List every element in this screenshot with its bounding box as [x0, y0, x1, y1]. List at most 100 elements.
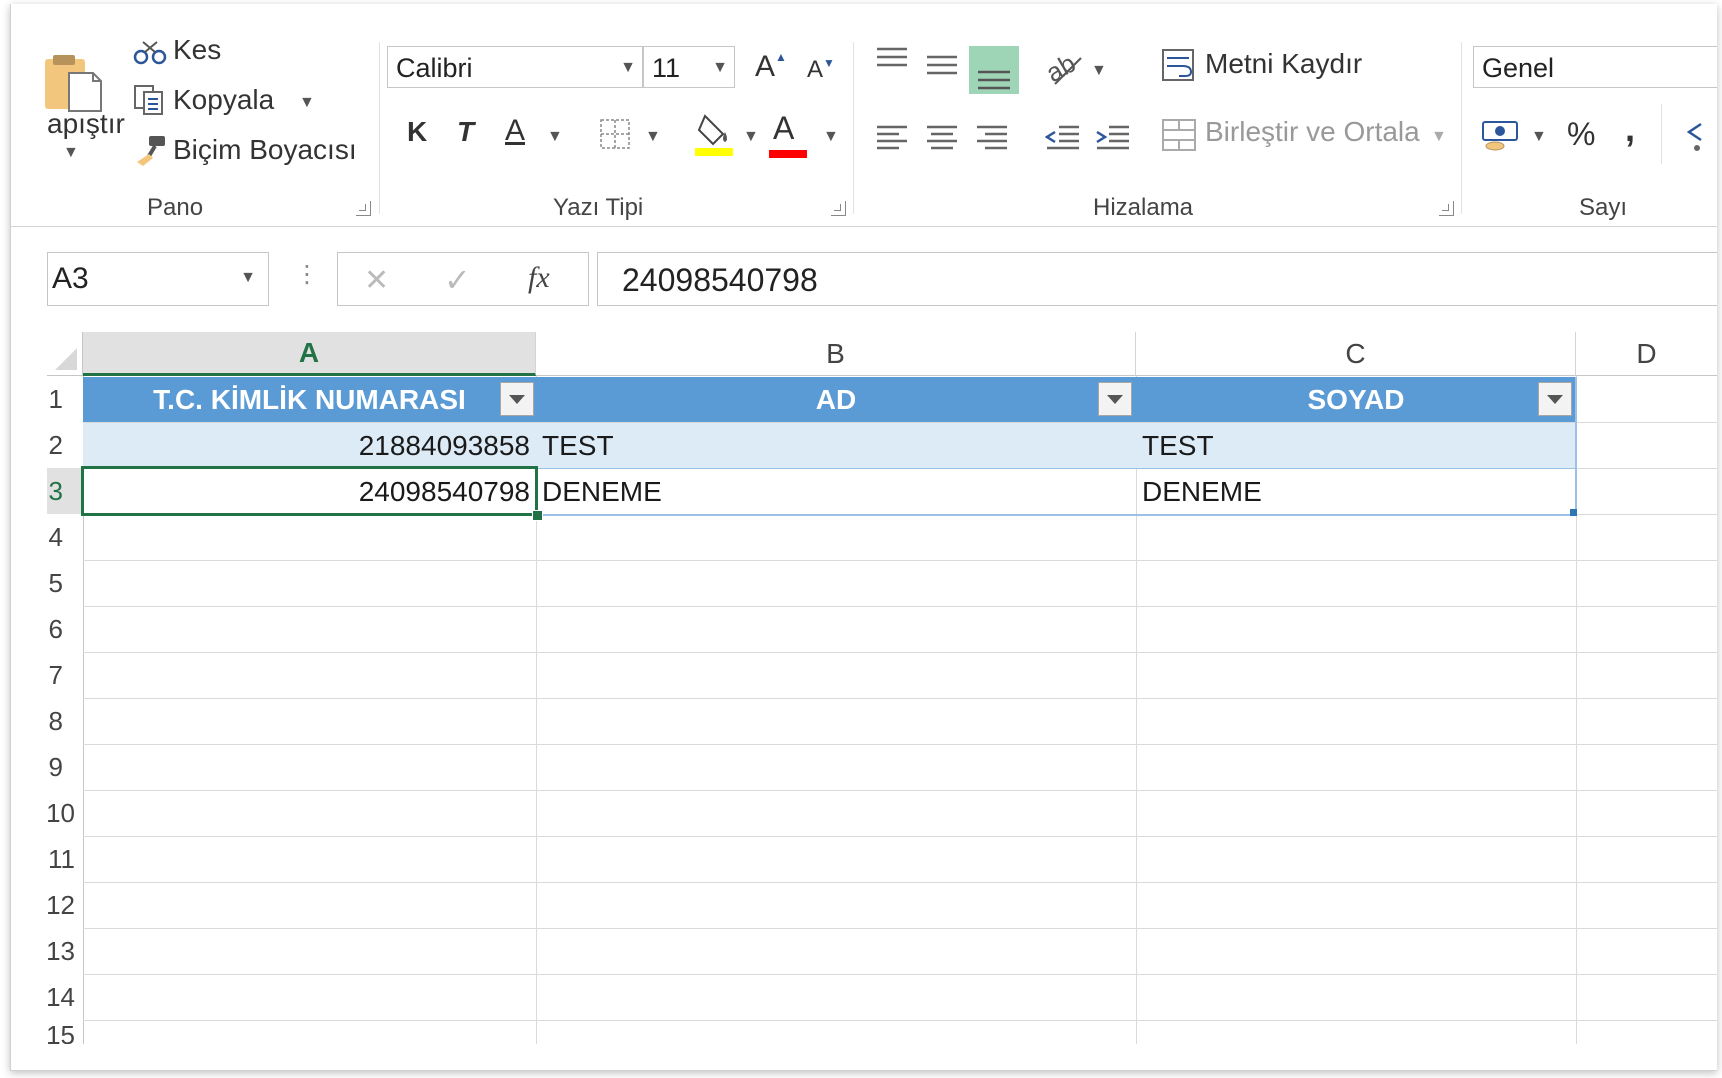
orientation-dropdown-arrow[interactable]: ▼	[1091, 62, 1107, 80]
fill-color-icon[interactable]	[695, 112, 735, 161]
fill-color-dropdown-arrow[interactable]: ▼	[743, 128, 759, 146]
cell-value: TEST	[542, 429, 614, 461]
table-right-border	[1575, 377, 1577, 516]
paste-label[interactable]: apıştır	[47, 108, 125, 140]
font-dialog-launcher-icon[interactable]	[831, 201, 846, 216]
merge-center-button[interactable]: Birleştir ve Ortala	[1205, 116, 1420, 148]
shrink-font-button[interactable]: A▼	[807, 56, 835, 84]
row-header-label: 6	[48, 613, 63, 644]
row-header[interactable]: 5	[47, 560, 83, 606]
table-resize-handle[interactable]	[1570, 509, 1577, 516]
align-center-icon[interactable]	[925, 124, 959, 159]
grow-font-button[interactable]: A▲	[755, 50, 787, 84]
column-header-c[interactable]: C	[1136, 332, 1576, 376]
accounting-format-icon[interactable]	[1481, 118, 1521, 159]
row-header[interactable]: 9	[47, 744, 83, 790]
table-cell[interactable]: DENEME	[536, 469, 1136, 514]
alignment-dialog-launcher-icon[interactable]	[1439, 201, 1454, 216]
gridline	[83, 974, 1717, 975]
row-header[interactable]: 10	[47, 790, 83, 836]
border-icon[interactable]	[599, 118, 631, 155]
cut-icon	[133, 40, 167, 71]
align-right-icon[interactable]	[975, 124, 1009, 159]
table-cell[interactable]: 21884093858	[83, 423, 536, 468]
clipboard-dialog-launcher-icon[interactable]	[356, 201, 371, 216]
table-cell[interactable]: DENEME	[1136, 469, 1576, 514]
row-header[interactable]: 4	[47, 514, 83, 560]
row-header-label: 3	[48, 475, 63, 506]
table-cell[interactable]: TEST	[536, 423, 1136, 468]
row-header[interactable]: 6	[47, 606, 83, 652]
orientation-icon[interactable]: ab	[1041, 48, 1085, 91]
row-header[interactable]: 1	[47, 376, 83, 422]
row-header[interactable]: 2	[47, 422, 83, 468]
cancel-icon[interactable]: ✕	[364, 263, 389, 298]
enter-icon[interactable]: ✓	[444, 261, 471, 299]
font-color-dropdown-arrow[interactable]: ▼	[823, 128, 839, 146]
row-header[interactable]: 3	[47, 468, 83, 514]
shrink-font-label: A	[807, 56, 824, 83]
gridline	[83, 928, 1717, 929]
underline-dropdown-arrow[interactable]: ▼	[547, 128, 563, 146]
cell-value: TEST	[1142, 429, 1214, 461]
cell-value: DENEME	[542, 475, 662, 507]
cut-button[interactable]: Kes	[173, 34, 221, 66]
align-top-icon[interactable]	[875, 46, 909, 77]
bold-button[interactable]: K	[407, 116, 427, 148]
number-format-combo[interactable]: Genel	[1473, 46, 1717, 88]
active-cell-selection	[81, 466, 538, 516]
font-size-combo[interactable]: 11 ▼	[643, 46, 735, 88]
font-name-combo[interactable]: Calibri ▼	[387, 46, 643, 88]
italic-button[interactable]: T	[457, 116, 474, 148]
table-header-cell[interactable]: SOYAD	[1136, 377, 1576, 422]
align-middle-icon[interactable]	[925, 54, 959, 85]
row-header[interactable]: 8	[47, 698, 83, 744]
table-cell[interactable]: TEST	[1136, 423, 1576, 468]
name-box[interactable]: A3 ▼	[47, 252, 269, 306]
merge-center-dropdown-arrow[interactable]: ▼	[1431, 128, 1447, 146]
table-header-label: T.C. KİMLİK NUMARASI	[153, 383, 466, 415]
copy-button[interactable]: Kopyala	[173, 84, 274, 116]
accounting-dropdown-arrow[interactable]: ▼	[1531, 128, 1547, 146]
font-color-button[interactable]: A	[773, 110, 794, 147]
percent-button[interactable]: %	[1567, 116, 1595, 153]
font-color-label: A	[773, 110, 795, 146]
insert-function-button[interactable]: fx	[528, 261, 550, 295]
paste-dropdown-arrow[interactable]: ▼	[63, 144, 79, 162]
filter-dropdown-icon	[509, 394, 525, 404]
table-header-cell[interactable]: T.C. KİMLİK NUMARASI	[83, 377, 536, 422]
underline-button[interactable]: A	[505, 114, 525, 148]
formula-bar-splitter-icon[interactable]: ⋮	[295, 260, 319, 289]
decrease-indent-icon[interactable]	[1044, 124, 1081, 159]
wrap-text-button[interactable]: Metni Kaydır	[1205, 48, 1362, 80]
filter-button[interactable]	[500, 382, 534, 416]
filter-button[interactable]	[1098, 382, 1132, 416]
caret-up-icon: ▲	[775, 50, 787, 64]
column-header-a[interactable]: A	[83, 332, 536, 376]
formula-input[interactable]: 24098540798	[597, 252, 1717, 306]
row-header[interactable]: 11	[47, 836, 83, 882]
copy-dropdown-arrow[interactable]: ▼	[299, 94, 315, 112]
row-header-label: 2	[48, 429, 63, 460]
table-header-cell[interactable]: AD	[536, 377, 1136, 422]
row-header[interactable]: 14	[47, 974, 83, 1020]
fill-handle[interactable]	[532, 510, 543, 521]
select-all-corner[interactable]	[47, 332, 83, 376]
row-header[interactable]: 7	[47, 652, 83, 698]
comma-button[interactable]: ,	[1625, 108, 1635, 150]
align-bottom-button[interactable]	[969, 46, 1019, 94]
row-header[interactable]: 13	[47, 928, 83, 974]
filter-button[interactable]	[1538, 382, 1572, 416]
row-header[interactable]: 15	[47, 1020, 83, 1044]
column-header-d[interactable]: D	[1576, 332, 1717, 376]
row-header[interactable]: 12	[47, 882, 83, 928]
name-box-value: A3	[52, 262, 89, 295]
border-dropdown-arrow[interactable]: ▼	[645, 128, 661, 146]
increase-indent-icon[interactable]	[1095, 124, 1131, 159]
format-painter-button[interactable]: Biçim Boyacısı	[173, 134, 357, 166]
align-left-icon[interactable]	[875, 124, 909, 159]
column-header-b[interactable]: B	[536, 332, 1136, 376]
clipboard-group-label: Pano	[147, 194, 204, 221]
increase-decimal-icon[interactable]	[1681, 118, 1711, 159]
column-header-label: A	[298, 336, 320, 368]
